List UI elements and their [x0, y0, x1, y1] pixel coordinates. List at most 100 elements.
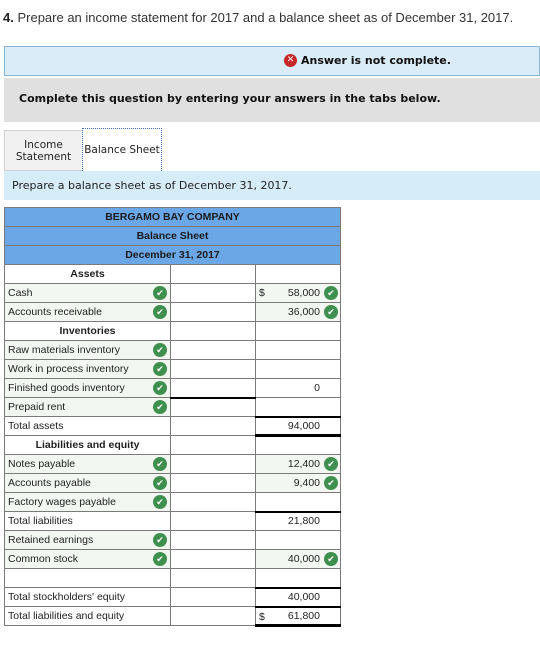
amount-input[interactable]	[170, 378, 256, 399]
amount-input[interactable]	[170, 416, 256, 436]
check-icon: ✔	[153, 286, 167, 300]
tab-instruction-bar: Prepare a balance sheet as of December 3…	[4, 171, 540, 200]
question-number: 4.	[3, 10, 14, 25]
amount-input[interactable]	[170, 606, 256, 626]
amount-input[interactable]	[255, 340, 341, 360]
table-row: Retained earnings ✔	[4, 530, 341, 550]
check-icon: ✔	[324, 305, 338, 319]
account-label: Finished goods inventory	[8, 382, 125, 394]
amount-input[interactable]	[255, 492, 341, 513]
amount-input[interactable]	[170, 321, 256, 341]
account-select[interactable]: Factory wages payable ✔	[4, 492, 171, 512]
account-select[interactable]: Finished goods inventory ✔	[4, 378, 171, 398]
amount-input[interactable]	[170, 473, 256, 493]
amount-input[interactable]	[170, 340, 256, 360]
account-select[interactable]: Common stock ✔	[4, 549, 171, 569]
account-select[interactable]	[4, 568, 171, 588]
answer-status-text: Answer is not complete.	[301, 54, 451, 67]
account-select[interactable]: Accounts payable ✔	[4, 473, 171, 493]
account-label: Retained earnings	[8, 534, 94, 546]
total-liabilities-label: Total liabilities	[4, 511, 171, 531]
account-select[interactable]: Notes payable ✔	[4, 454, 171, 474]
assets-header: Assets	[4, 264, 171, 284]
account-select[interactable]: Accounts receivable ✔	[4, 302, 171, 322]
total-equity-label: Total stockholders' equity	[4, 587, 171, 607]
table-row: Accounts payable ✔ 9,400 ✔	[4, 473, 341, 493]
table-row: Cash ✔ $58,000 ✔	[4, 283, 341, 303]
amount-input[interactable]: 94,000	[255, 416, 341, 437]
tab-label: Income	[24, 138, 63, 151]
amount-value: 40,000	[287, 553, 320, 565]
company-name: BERGAMO BAY COMPANY	[4, 207, 341, 227]
check-icon: ✔	[324, 286, 338, 300]
check-icon: ✔	[153, 362, 167, 376]
amount-input[interactable]: 9,400 ✔	[255, 473, 341, 493]
account-label: Common stock	[8, 553, 79, 565]
total-liabilities-equity-label: Total liabilities and equity	[4, 606, 171, 626]
amount-input[interactable]	[170, 454, 256, 474]
account-select[interactable]: Work in process inventory ✔	[4, 359, 171, 379]
amount-input[interactable]	[170, 568, 256, 588]
check-icon: ✔	[153, 343, 167, 357]
amount-input[interactable]: 40,000	[255, 587, 341, 608]
table-row	[4, 568, 341, 589]
amount-input[interactable]	[170, 549, 256, 569]
amount-input[interactable]	[255, 397, 341, 418]
amount-input[interactable]	[170, 283, 256, 303]
amount-input[interactable]	[170, 492, 256, 512]
table-row: Factory wages payable ✔	[4, 492, 341, 513]
dollar-sign: $	[259, 287, 265, 299]
table-row: Assets	[4, 264, 341, 284]
amount-input[interactable]	[170, 530, 256, 550]
amount-input[interactable]	[170, 587, 256, 607]
amount-input[interactable]	[170, 264, 256, 284]
tab-income-statement[interactable]: Income Statement	[4, 130, 82, 171]
tab-label: Balance Sheet	[84, 144, 160, 156]
amount-input[interactable]	[255, 264, 341, 284]
amount-input[interactable]: 21,800	[255, 511, 341, 531]
account-label: Notes payable	[8, 458, 76, 470]
account-label: Accounts payable	[8, 477, 91, 489]
check-icon: ✔	[153, 400, 167, 414]
check-icon: ✔	[153, 533, 167, 547]
table-row: Accounts receivable ✔ 36,000 ✔	[4, 302, 341, 322]
table-row: Notes payable ✔ 12,400 ✔	[4, 454, 341, 474]
amount-input[interactable]	[170, 397, 256, 417]
amount-input[interactable]	[255, 530, 341, 550]
table-row: Total liabilities 21,800	[4, 511, 341, 531]
amount-input[interactable]	[170, 511, 256, 531]
account-select[interactable]: Raw materials inventory ✔	[4, 340, 171, 360]
table-row: Total assets 94,000	[4, 416, 341, 437]
amount-input[interactable]	[170, 435, 256, 455]
amount-input[interactable]	[255, 321, 341, 341]
table-row: Inventories	[4, 321, 341, 341]
amount-value: 21,800	[287, 515, 320, 528]
table-row: Prepaid rent ✔	[4, 397, 341, 418]
account-select[interactable]: Cash ✔	[4, 283, 171, 303]
amount-input[interactable]	[170, 302, 256, 322]
table-row: Total stockholders' equity 40,000	[4, 587, 341, 608]
check-icon: ✔	[153, 457, 167, 471]
amount-input[interactable]	[255, 568, 341, 589]
account-label: Raw materials inventory	[8, 344, 121, 356]
amount-value: 94,000	[287, 419, 320, 432]
amount-input[interactable]: 36,000 ✔	[255, 302, 341, 322]
amount-input[interactable]: 0	[255, 378, 341, 398]
account-label: Factory wages payable	[8, 496, 116, 508]
tab-instruction-text: Prepare a balance sheet as of December 3…	[12, 179, 292, 192]
account-label: Prepaid rent	[8, 401, 66, 413]
account-select[interactable]: Retained earnings ✔	[4, 530, 171, 550]
amount-input[interactable]: 40,000 ✔	[255, 549, 341, 569]
account-label: Cash	[8, 287, 33, 299]
amount-input[interactable]: $61,800	[255, 606, 341, 627]
amount-input[interactable]: $58,000 ✔	[255, 283, 341, 303]
amount-input[interactable]	[170, 359, 256, 379]
check-icon: ✔	[153, 381, 167, 395]
amount-input[interactable]	[255, 435, 341, 455]
amount-input[interactable]: 12,400 ✔	[255, 454, 341, 474]
account-select[interactable]: Prepaid rent ✔	[4, 397, 171, 417]
amount-input[interactable]	[255, 359, 341, 379]
tab-bar: Income Statement Balance Sheet	[4, 128, 162, 171]
tab-balance-sheet[interactable]: Balance Sheet	[82, 128, 162, 171]
check-icon: ✔	[324, 457, 338, 471]
